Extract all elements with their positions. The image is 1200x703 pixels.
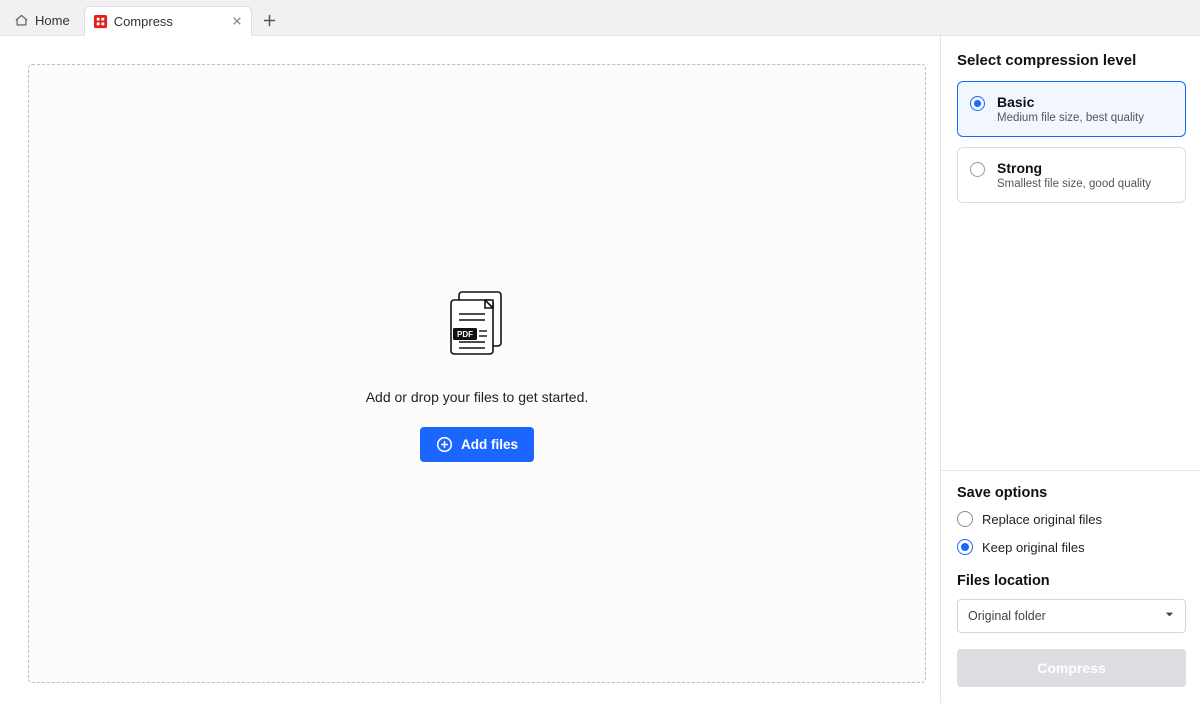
file-dropzone[interactable]: PDF Add or drop your files to get starte…	[28, 64, 926, 683]
add-files-label: Add files	[461, 437, 518, 452]
radio-icon	[957, 511, 973, 527]
new-tab-button[interactable]	[256, 6, 284, 34]
tab-bar: Home Compress	[0, 0, 1200, 36]
add-files-button[interactable]: Add files	[420, 427, 534, 462]
chevron-down-icon	[1164, 609, 1175, 623]
save-option-keep[interactable]: Keep original files	[957, 539, 1186, 555]
tab-compress-label: Compress	[114, 14, 173, 29]
canvas-area: PDF Add or drop your files to get starte…	[0, 36, 940, 703]
close-tab-button[interactable]	[229, 13, 245, 29]
radio-icon	[957, 539, 973, 555]
save-option-label: Keep original files	[982, 540, 1085, 555]
side-panel: Select compression level Basic Medium fi…	[940, 36, 1200, 703]
compress-button[interactable]: Compress	[957, 649, 1186, 687]
radio-icon	[970, 96, 985, 111]
level-desc: Smallest file size, good quality	[997, 178, 1151, 190]
files-location-select[interactable]: Original folder	[957, 599, 1186, 633]
save-option-label: Replace original files	[982, 512, 1102, 527]
compress-app-icon	[93, 14, 108, 29]
tab-compress[interactable]: Compress	[84, 6, 252, 36]
tab-home[interactable]: Home	[6, 5, 80, 35]
save-options-title: Save options	[957, 485, 1186, 501]
level-title: Basic	[997, 94, 1144, 110]
panel-title: Select compression level	[957, 52, 1186, 69]
pdf-stack-icon: PDF	[439, 286, 515, 367]
compression-level-strong[interactable]: Strong Smallest file size, good quality	[957, 147, 1186, 203]
files-location-title: Files location	[957, 573, 1186, 589]
radio-icon	[970, 162, 985, 177]
compression-level-basic[interactable]: Basic Medium file size, best quality	[957, 81, 1186, 137]
svg-text:PDF: PDF	[457, 330, 473, 339]
home-icon	[14, 13, 29, 28]
files-location-value: Original folder	[968, 609, 1046, 623]
save-option-replace[interactable]: Replace original files	[957, 511, 1186, 527]
dropzone-message: Add or drop your files to get started.	[366, 389, 589, 405]
tab-home-label: Home	[35, 13, 70, 28]
level-desc: Medium file size, best quality	[997, 112, 1144, 124]
level-title: Strong	[997, 160, 1151, 176]
divider	[941, 470, 1200, 471]
plus-circle-icon	[436, 436, 453, 453]
